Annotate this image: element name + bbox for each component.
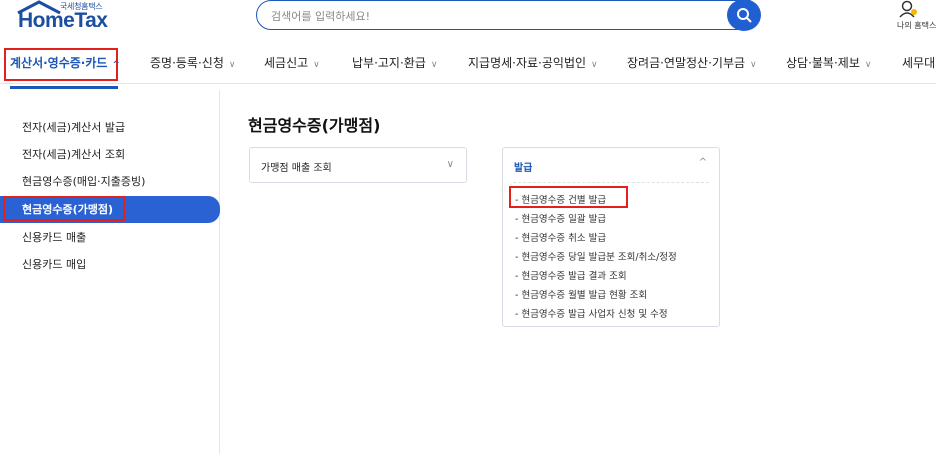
- nav-item-certificate[interactable]: 증명·등록·신청 ∨: [150, 54, 235, 71]
- search-box: [256, 0, 761, 31]
- nav-item-tax-return[interactable]: 세금신고 ∨: [264, 54, 320, 71]
- my-hometax-button[interactable]: 나의 홈택스: [895, 0, 936, 40]
- sidebar-item-credit-card-purchase[interactable]: 신용카드 매입: [22, 256, 86, 272]
- highlight-box-submenu: [509, 186, 628, 208]
- submenu-item-business-application[interactable]: - 현금영수증 발급 사업자 신청 및 수정: [515, 306, 668, 320]
- sidebar: 전자(세금)계산서 발급 전자(세금)계산서 조회 현금영수증(매입·지출증빙)…: [0, 90, 220, 454]
- nav-item-label: 납부·고지·환급: [352, 56, 426, 70]
- logo-title: HomeTax: [18, 9, 108, 32]
- nav-item-label: 상담·불복·제보: [786, 56, 860, 70]
- my-hometax-label: 나의 홈택스: [897, 21, 936, 30]
- hometax-logo[interactable]: 국세청홈택스 HomeTax: [14, 0, 124, 40]
- chevron-down-icon: ∨: [313, 60, 320, 70]
- card-label[interactable]: 발급: [514, 159, 532, 174]
- sidebar-item-e-invoice-inquiry[interactable]: 전자(세금)계산서 조회: [22, 146, 125, 162]
- search-icon: [737, 8, 752, 23]
- submenu-item-bulk-issue[interactable]: - 현금영수증 일괄 발급: [515, 211, 606, 225]
- submenu-item-same-day-inquiry[interactable]: - 현금영수증 당일 발급분 조회/취소/정정: [515, 249, 677, 263]
- chevron-down-icon: ∨: [446, 159, 454, 170]
- sidebar-item-cash-receipt-purchase[interactable]: 현금영수증(매입·지출증빙): [22, 173, 145, 189]
- search-button[interactable]: [727, 0, 761, 31]
- chevron-down-icon: ∨: [750, 60, 757, 70]
- chevron-down-icon: ∨: [228, 60, 236, 70]
- header: 국세청홈택스 HomeTax 나의 홈택스: [0, 0, 936, 44]
- nav-item-consultation[interactable]: 상담·불복·제보 ∨: [786, 54, 871, 71]
- chevron-down-icon: ∨: [591, 60, 598, 70]
- chevron-up-icon[interactable]: ^: [699, 157, 707, 168]
- submenu-item-monthly-status[interactable]: - 현금영수증 월별 발급 현황 조회: [515, 287, 647, 301]
- submenu-item-cancel-issue[interactable]: - 현금영수증 취소 발급: [515, 230, 606, 244]
- nav-item-label: 지급명세·자료·공익법인: [468, 56, 587, 70]
- highlight-box-sidebar: [3, 196, 125, 221]
- divider: [513, 182, 709, 183]
- nav-item-label: 장려금·연말정산·기부금: [627, 56, 746, 70]
- submenu-item-issue-result[interactable]: - 현금영수증 발급 결과 조회: [515, 268, 627, 282]
- sidebar-item-credit-card-sales[interactable]: 신용카드 매출: [22, 229, 86, 245]
- nav-item-label: 세금신고: [264, 56, 309, 70]
- nav-item-label: 세무대리: [902, 56, 936, 70]
- nav-item-tax-agent[interactable]: 세무대리: [902, 54, 936, 71]
- search-input[interactable]: [271, 7, 711, 25]
- card-label: 가맹점 매출 조회: [261, 163, 332, 174]
- nav-item-payment-statement[interactable]: 지급명세·자료·공익법인 ∨: [468, 54, 598, 71]
- issuance-card: 발급 ^ - 현금영수증 건별 발급 - 현금영수증 일괄 발급 - 현금영수증…: [502, 147, 720, 327]
- nav-active-underline: [10, 86, 118, 89]
- highlight-box-nav: [4, 48, 118, 81]
- page-title: 현금영수증(가맹점): [248, 116, 381, 135]
- nav-item-payment[interactable]: 납부·고지·환급 ∨: [352, 54, 437, 71]
- chevron-down-icon: ∨: [430, 60, 438, 70]
- user-icon: [899, 0, 917, 18]
- chevron-down-icon: ∨: [864, 60, 872, 70]
- nav-item-label: 증명·등록·신청: [150, 56, 224, 70]
- nav-item-incentive[interactable]: 장려금·연말정산·기부금 ∨: [627, 54, 757, 71]
- main-nav: 계산서·영수증·카드 ^ 증명·등록·신청 ∨ 세금신고 ∨ 납부·고지·환급 ∨ 지급…: [0, 44, 936, 84]
- sidebar-item-e-invoice-issue[interactable]: 전자(세금)계산서 발급: [22, 119, 125, 135]
- merchant-sales-inquiry-card[interactable]: 가맹점 매출 조회 ∨: [249, 147, 467, 183]
